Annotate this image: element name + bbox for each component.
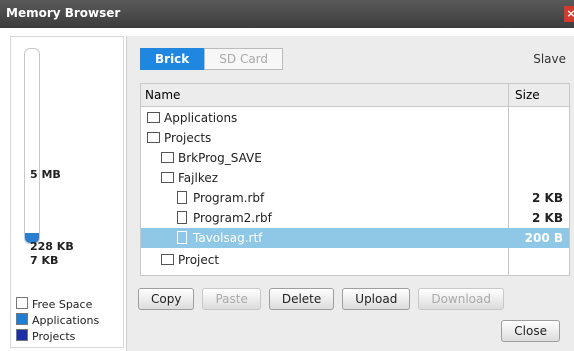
file-icon <box>177 211 187 224</box>
row-size: 2 KB <box>532 211 563 225</box>
row-size: 200 B <box>524 231 563 245</box>
close-button[interactable]: Close <box>501 320 560 342</box>
folder-icon <box>161 152 174 163</box>
projects-swatch <box>16 329 28 341</box>
table-header: Name Size <box>141 84 569 107</box>
file-table: Name Size Applications Projects BrkProg_… <box>140 83 570 276</box>
close-icon[interactable]: × <box>564 6 574 22</box>
device-tabs: Brick SD Card <box>140 48 284 70</box>
paste-button[interactable]: Paste <box>202 288 261 310</box>
applications-swatch <box>16 313 28 325</box>
legend-label: Projects <box>32 330 76 343</box>
memory-label-total: 5 MB <box>30 168 61 181</box>
table-row[interactable]: Program2.rbf 2 KB <box>141 208 569 228</box>
tab-sd-card[interactable]: SD Card <box>204 48 284 70</box>
free-space-swatch <box>16 297 28 309</box>
folder-open-icon <box>147 132 160 143</box>
row-name: Project <box>161 253 219 267</box>
legend-projects: Projects <box>16 329 75 343</box>
row-name: BrkProg_SAVE <box>161 151 262 165</box>
file-icon <box>177 191 187 204</box>
window-title: Memory Browser <box>6 6 121 20</box>
memory-usage-bar <box>24 48 40 244</box>
folder-icon <box>147 112 160 123</box>
column-size-header: Size <box>515 88 540 102</box>
memory-label-free: 228 KB <box>30 240 74 253</box>
table-row[interactable]: Fajlkez <box>141 168 569 188</box>
table-row-selected[interactable]: Tavolsag.rtf 200 B <box>141 228 569 248</box>
row-name: Projects <box>147 131 211 145</box>
row-name: Program.rbf <box>177 191 264 205</box>
action-buttons: Copy Paste Delete Upload Download <box>138 288 504 310</box>
device-label: Slave <box>533 52 566 66</box>
legend-label: Free Space <box>32 298 93 311</box>
legend-free-space: Free Space <box>16 297 92 311</box>
download-button[interactable]: Download <box>418 288 504 310</box>
delete-button[interactable]: Delete <box>268 288 335 310</box>
row-name: Fajlkez <box>161 171 218 185</box>
row-name: Tavolsag.rtf <box>177 231 262 245</box>
row-size: 2 KB <box>532 191 563 205</box>
table-row[interactable]: Applications <box>141 108 569 128</box>
row-name: Program2.rbf <box>177 211 272 225</box>
folder-icon <box>161 254 174 265</box>
table-row[interactable]: Project <box>141 250 569 270</box>
row-name: Applications <box>147 111 237 125</box>
table-row[interactable]: Projects <box>141 128 569 148</box>
memory-label-used: 7 KB <box>30 254 59 267</box>
table-row[interactable]: BrkProg_SAVE <box>141 148 569 168</box>
table-row[interactable]: Program.rbf 2 KB <box>141 188 569 208</box>
file-icon <box>177 231 187 244</box>
copy-button[interactable]: Copy <box>138 288 195 310</box>
folder-open-icon <box>161 172 174 183</box>
legend-applications: Applications <box>16 313 99 327</box>
tab-brick[interactable]: Brick <box>140 48 205 70</box>
upload-button[interactable]: Upload <box>342 288 411 310</box>
title-bar: Memory Browser × <box>0 0 574 28</box>
column-name-header: Name <box>145 88 181 102</box>
legend-label: Applications <box>32 314 100 327</box>
